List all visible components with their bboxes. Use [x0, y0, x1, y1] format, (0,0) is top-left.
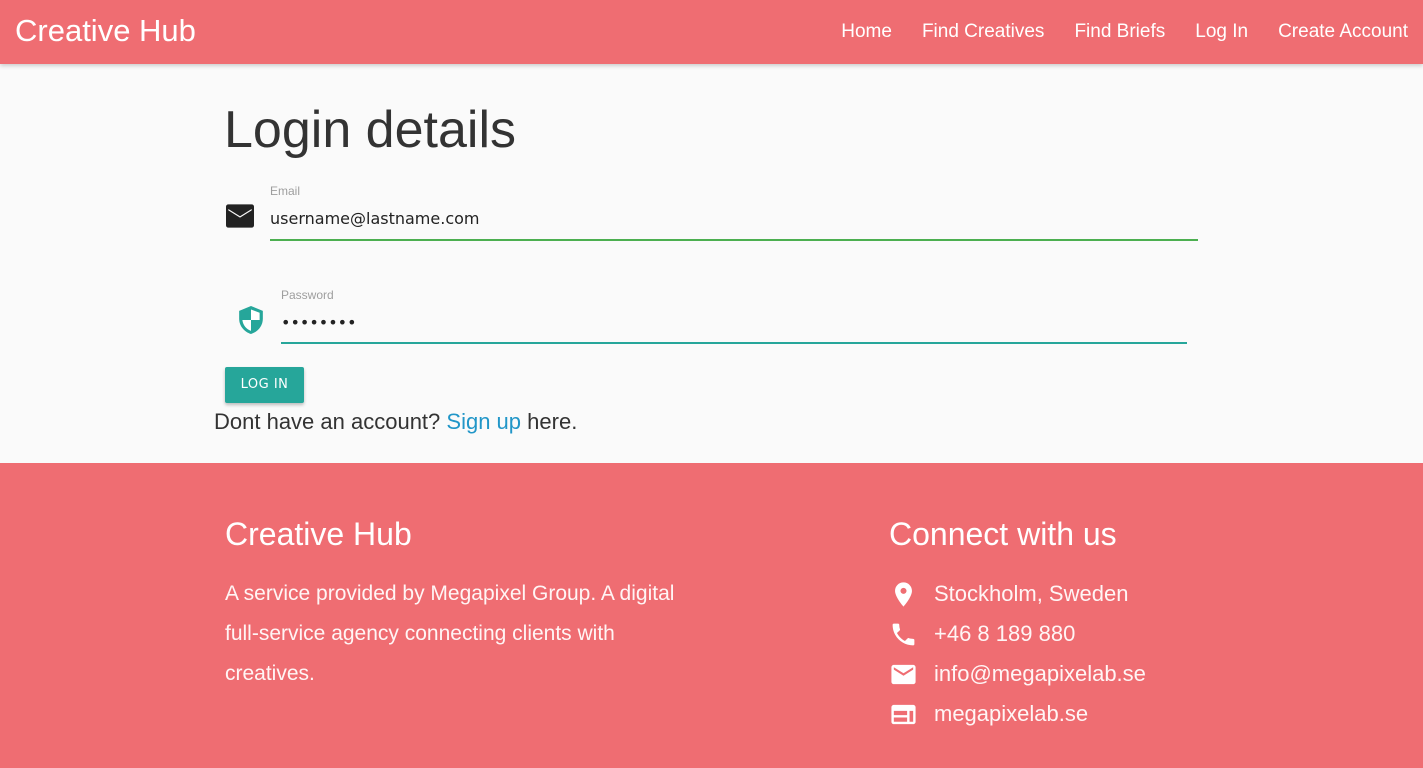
nav-item-create-account[interactable]: Create Account: [1263, 0, 1423, 64]
footer-brand-title: Creative Hub: [225, 516, 412, 552]
mail-icon: [226, 204, 254, 228]
shield-icon: [239, 306, 263, 334]
connect-title: Connect with us: [889, 516, 1117, 552]
contact-location: Stockholm, Sweden: [889, 574, 1128, 614]
nav-item-find-briefs[interactable]: Find Briefs: [1059, 0, 1180, 64]
page-title: Login details: [224, 101, 516, 159]
password-label: Password: [281, 288, 334, 302]
password-field-underline: [281, 342, 1187, 344]
contact-phone-text: +46 8 189 880: [934, 621, 1076, 646]
nav-item-log-in[interactable]: Log In: [1180, 0, 1263, 64]
nav-item-home[interactable]: Home: [826, 0, 907, 64]
contact-website: megapixelab.se: [889, 694, 1088, 734]
web-icon: [891, 704, 916, 724]
page-footer: Creative Hub A service provided by Megap…: [0, 463, 1423, 768]
location-pin-icon: [895, 581, 912, 607]
contact-email: info@megapixelab.se: [889, 654, 1146, 694]
password-field[interactable]: [281, 310, 1187, 334]
email-field-underline: [270, 239, 1198, 241]
signup-suffix-text: here.: [527, 409, 578, 434]
nav-item-find-creatives[interactable]: Find Creatives: [907, 0, 1060, 64]
signup-link[interactable]: Sign up: [446, 409, 521, 434]
email-field[interactable]: [270, 206, 1198, 230]
contact-email-text[interactable]: info@megapixelab.se: [934, 661, 1146, 687]
mail-icon: [891, 664, 916, 684]
login-button[interactable]: LOG IN: [225, 367, 304, 403]
contact-location-text: Stockholm, Sweden: [934, 581, 1129, 606]
top-navbar: Creative Hub Home Find Creatives Find Br…: [0, 0, 1423, 64]
signup-prefix-text: Dont have an account?: [214, 409, 441, 434]
brand-logo-link[interactable]: Creative Hub: [15, 13, 196, 49]
contact-website-text[interactable]: megapixelab.se: [934, 701, 1088, 727]
footer-description: A service provided by Megapixel Group. A…: [225, 582, 675, 685]
contact-phone: +46 8 189 880: [889, 614, 1075, 654]
email-label: Email: [270, 184, 301, 198]
nav-menu: Home Find Creatives Find Briefs Log In C…: [826, 0, 1423, 64]
phone-icon: [892, 623, 915, 645]
signup-prompt: Dont have an account? Sign up here.: [214, 409, 577, 435]
